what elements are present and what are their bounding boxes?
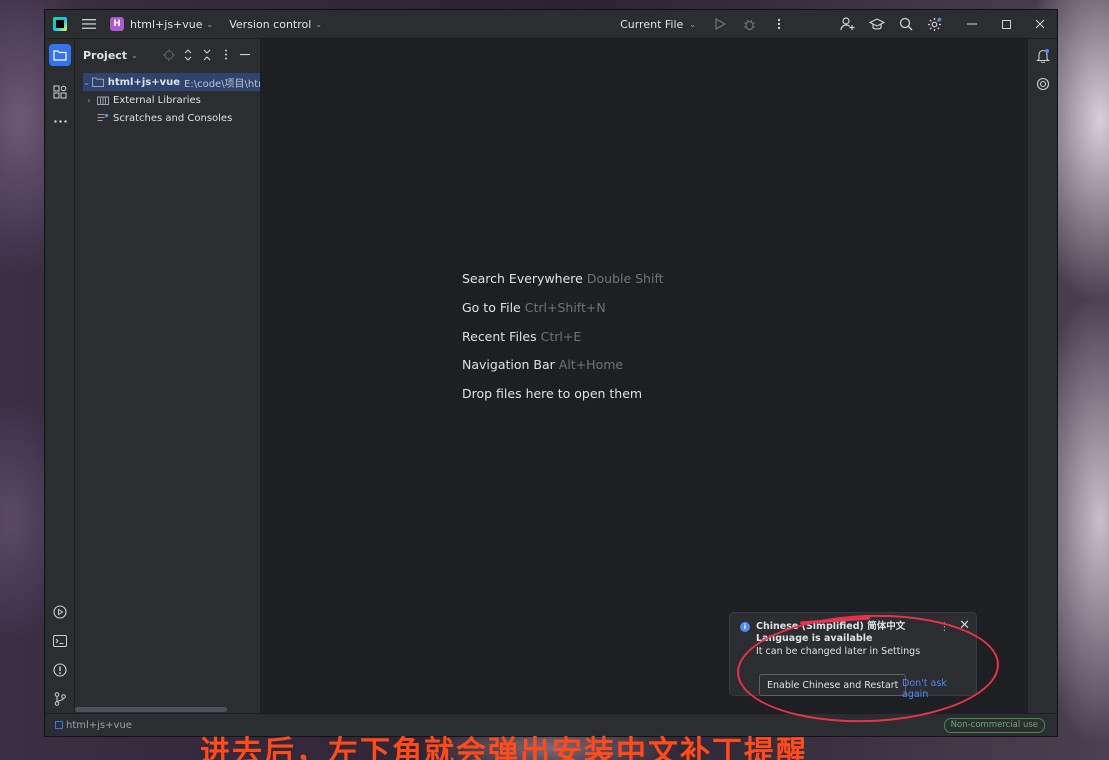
hint-action: Recent Files [462,329,537,344]
tree-item-external-libraries[interactable]: › External Libraries [83,91,260,109]
main-menu-icon[interactable] [81,16,97,32]
hint-recent-files[interactable]: Recent Files Ctrl+E [462,329,581,344]
app-logo-icon [53,17,67,31]
project-name-dropdown[interactable]: html+js+vue [130,18,203,31]
more-actions-icon[interactable] [764,10,793,38]
title-bar: H html+js+vue ⌄ Version control ⌄ Curren… [45,10,1057,38]
left-tool-stripe [45,39,75,714]
status-project-label: html+js+vue [66,719,132,731]
collapse-all-icon[interactable] [199,47,214,62]
expand-all-icon[interactable] [180,47,195,62]
chevron-right-icon[interactable]: › [83,96,95,105]
structure-icon[interactable] [49,81,71,103]
hint-go-to-file[interactable]: Go to File Ctrl+Shift+N [462,300,606,315]
project-panel-title[interactable]: Project [83,49,127,62]
info-icon: i [740,622,750,632]
hide-panel-icon[interactable] [237,47,252,62]
hint-shortcut: Ctrl+Shift+N [524,300,606,315]
chevron-down-icon: ⌄ [689,19,696,29]
project-tool-window: Project ⌄ ⌄ html+js+vue E:\code\项目\ht › … [75,39,261,714]
services-run-icon[interactable] [49,601,71,623]
maximize-window-icon[interactable] [989,10,1023,38]
locate-file-icon[interactable] [161,47,176,62]
project-tool-folder-icon[interactable] [49,44,71,66]
folder-icon [91,76,104,88]
horizontal-scrollbar[interactable] [75,707,227,712]
tree-item-project-root[interactable]: ⌄ html+js+vue E:\code\项目\html+j [83,73,260,91]
settings-gear-icon[interactable] [920,10,949,38]
title-bar-actions: Current File ⌄ [614,10,1057,38]
hint-shortcut: Double Shift [586,271,664,286]
hint-shortcut: Alt+Home [558,357,624,372]
tree-item-path: E:\code\项目\html+j [184,78,260,90]
tree-item-label: Scratches and Consoles [113,112,233,124]
project-panel-toolbar [161,47,252,62]
more-tools-icon[interactable] [49,110,71,132]
search-icon[interactable] [891,10,920,38]
library-icon [97,94,109,106]
ai-assistant-icon[interactable] [1032,73,1054,95]
hint-navigation-bar[interactable]: Navigation Bar Alt+Home [462,357,623,372]
tree-item-label: External Libraries [113,94,201,106]
hint-search-everywhere[interactable]: Search Everywhere Double Shift [462,271,664,286]
close-window-icon[interactable] [1023,10,1057,38]
minimize-window-icon[interactable] [955,10,989,38]
git-branch-icon[interactable] [49,688,71,710]
hint-action: Navigation Bar [462,357,555,372]
hint-action: Drop files here to open them [462,386,643,401]
hint-shortcut: Ctrl+E [540,329,582,344]
status-project-breadcrumb[interactable]: html+js+vue [55,720,132,731]
problems-icon[interactable] [49,659,71,681]
video-caption: 进去后，左下角就会弹出安装中文补丁提醒 [200,735,808,760]
debug-icon[interactable] [735,10,764,38]
notifications-bell-icon[interactable] [1032,44,1054,66]
chevron-down-icon: ⌄ [315,19,323,29]
module-icon [55,721,63,729]
options-menu-icon[interactable] [218,47,233,62]
learn-icon[interactable] [862,10,891,38]
chevron-down-icon[interactable]: ⌄ [83,78,90,87]
version-control-dropdown[interactable]: Version control [229,18,311,31]
chevron-down-icon[interactable]: ⌄ [131,51,138,60]
scratches-icon [97,112,109,124]
terminal-icon[interactable] [49,630,71,652]
hint-action: Go to File [462,300,521,315]
tree-item-scratches[interactable]: Scratches and Consoles [83,109,260,127]
hint-drop-files: Drop files here to open them [462,386,642,401]
right-tool-stripe [1027,39,1057,714]
project-badge-icon[interactable]: H [110,17,124,31]
run-config-dropdown[interactable]: Current File [620,18,683,31]
run-icon[interactable] [706,10,735,38]
tree-item-label: html+js+vue [107,76,181,88]
chevron-down-icon: ⌄ [206,19,214,29]
hint-action: Search Everywhere [462,271,583,286]
license-status-badge[interactable]: Non-commercial use [943,718,1045,733]
code-with-me-icon[interactable] [833,10,862,38]
